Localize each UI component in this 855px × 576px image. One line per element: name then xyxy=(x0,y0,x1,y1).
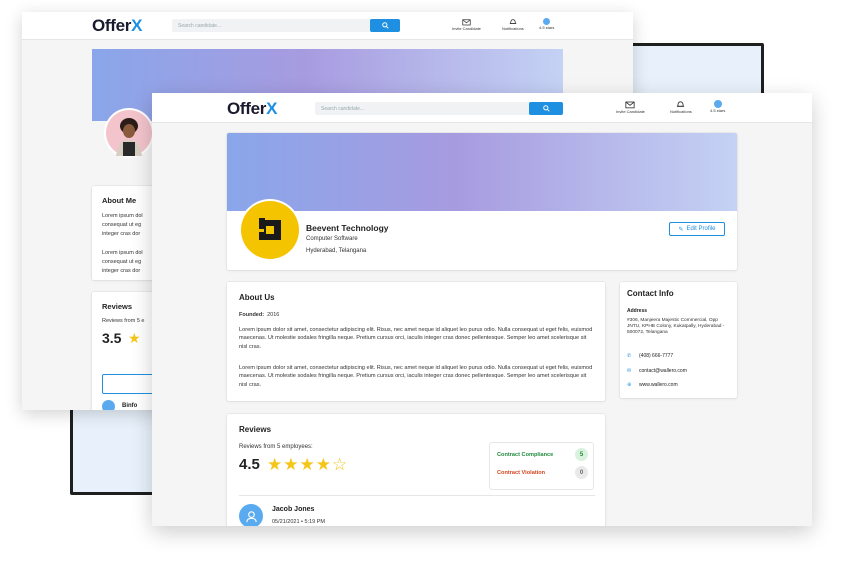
back-logo[interactable]: OfferX xyxy=(92,16,142,36)
front-window: OfferX Search candidate... Invite Candid… xyxy=(152,93,812,526)
search-icon xyxy=(542,105,550,112)
phone-icon: ✆ xyxy=(627,353,632,359)
star-icon: ★ xyxy=(299,455,316,474)
profile-banner xyxy=(227,133,737,211)
reviews-subtitle: Reviews from 5 employees: xyxy=(239,444,313,450)
contact-title: Contact Info xyxy=(627,289,674,298)
user-icon xyxy=(245,510,257,522)
navbar: OfferX Search candidate... Invite Candid… xyxy=(152,93,812,123)
back-about-text: Lorem ipsum dol consequat ut eg integer cr… xyxy=(102,213,143,274)
edit-profile-button[interactable]: ✎ Edit Profile xyxy=(669,222,725,236)
bell-icon xyxy=(509,19,517,24)
globe-icon: ⊕ xyxy=(627,382,632,388)
reviewer-avatar xyxy=(239,504,263,526)
divider xyxy=(239,495,595,496)
compliance-count: 5 xyxy=(575,448,588,461)
compliance-label: Contract Compliance xyxy=(497,452,554,458)
back-user-label: 4.5 stars xyxy=(539,25,555,30)
founded-line: Founded: 2016 xyxy=(239,312,280,318)
contract-box: Contract Compliance 5 Contract Violation… xyxy=(489,442,594,490)
star-icon: ★ xyxy=(128,330,141,346)
search-icon xyxy=(381,22,389,29)
back-invite-candidate[interactable]: Invite Candidate xyxy=(452,18,481,31)
company-name: Beevent Technology xyxy=(306,223,389,233)
company-logo xyxy=(239,199,301,261)
search-button[interactable] xyxy=(529,102,563,115)
rating-stars: ★★★★☆ xyxy=(267,455,348,475)
pencil-icon: ✎ xyxy=(678,226,684,233)
star-icon: ★ xyxy=(315,455,332,474)
star-icon: ★ xyxy=(283,455,300,474)
person-photo-icon xyxy=(106,110,152,156)
invite-candidate[interactable]: Invite Candidate xyxy=(616,100,645,114)
about-card: About Us Founded: 2016 Lorem ipsum dolor… xyxy=(227,282,605,401)
star-half-icon: ☆ xyxy=(332,455,349,474)
reviews-title: Reviews xyxy=(239,425,272,434)
mail-icon: ✉ xyxy=(627,368,632,374)
user-avatar-icon xyxy=(713,100,722,108)
back-notifications[interactable]: Notifications xyxy=(502,18,524,31)
about-title: About Us xyxy=(239,293,275,302)
profile-header-card: Beevent Technology Computer Software Hyd… xyxy=(227,133,737,270)
logo[interactable]: OfferX xyxy=(227,99,277,119)
envelope-icon xyxy=(462,19,471,26)
notifications-label: Notifications xyxy=(670,109,692,114)
reviewer-name: Jacob Jones xyxy=(272,506,315,513)
company-logo-icon xyxy=(257,218,281,240)
back-reviews-subtitle: Reviews from 5 e xyxy=(102,318,145,324)
review-date: 05/21/2021 • 5:19 PM xyxy=(272,519,325,525)
contact-website[interactable]: ⊕ www.wallero.com xyxy=(627,382,678,388)
back-invite-label: Invite Candidate xyxy=(452,26,481,31)
user-avatar-icon xyxy=(543,18,551,25)
edit-profile-label: Edit Profile xyxy=(686,226,716,232)
back-rating-value: 3.5 xyxy=(102,330,122,346)
back-notifications-label: Notifications xyxy=(502,26,524,31)
contact-email[interactable]: ✉ contact@wallero.com xyxy=(627,368,687,374)
company-industry: Computer Software xyxy=(306,236,358,242)
address-text: #306, Manjeera Majestic Commercial, Opp … xyxy=(627,318,725,335)
back-profile-photo xyxy=(104,108,154,158)
search-input[interactable]: Search candidate... xyxy=(315,102,530,115)
back-search-input[interactable]: Search candidate... xyxy=(172,19,372,32)
user-label: 4.5 stars xyxy=(710,108,726,113)
back-reviews-title: Reviews xyxy=(102,302,133,311)
bell-icon xyxy=(677,101,685,107)
notifications[interactable]: Notifications xyxy=(670,100,692,114)
company-location: Hyderabad, Telangana xyxy=(306,248,367,254)
envelope-icon xyxy=(625,101,636,109)
back-search-button[interactable] xyxy=(370,19,400,32)
rating-value: 4.5 xyxy=(239,456,260,473)
address-label: Address xyxy=(627,308,648,314)
back-about-title: About Me xyxy=(102,196,137,205)
back-reviewer-avatar xyxy=(102,400,115,410)
contact-card: Contact Info Address #306, Manjeera Maje… xyxy=(620,282,737,398)
contact-phone[interactable]: ✆ (408) 666-7777 xyxy=(627,353,673,359)
back-navbar: OfferX Search candidate... Invite Candid… xyxy=(22,12,633,40)
violation-count: 0 xyxy=(575,466,588,479)
violation-label: Contract Violation xyxy=(497,470,546,476)
user-menu[interactable]: 4.5 stars xyxy=(710,100,725,113)
about-paragraph-2: Lorem ipsum dolor sit amet, consectetur … xyxy=(239,365,593,388)
about-paragraph-1: Lorem ipsum dolor sit amet, consectetur … xyxy=(239,327,593,350)
reviews-card: Reviews Reviews from 5 employees: 4.5 ★★… xyxy=(227,414,605,526)
star-icon: ★ xyxy=(267,455,284,474)
back-reviewer-name: Binfo xyxy=(122,403,138,409)
back-user-menu[interactable]: 4.5 stars xyxy=(539,18,554,30)
invite-label: Invite Candidate xyxy=(616,109,645,114)
